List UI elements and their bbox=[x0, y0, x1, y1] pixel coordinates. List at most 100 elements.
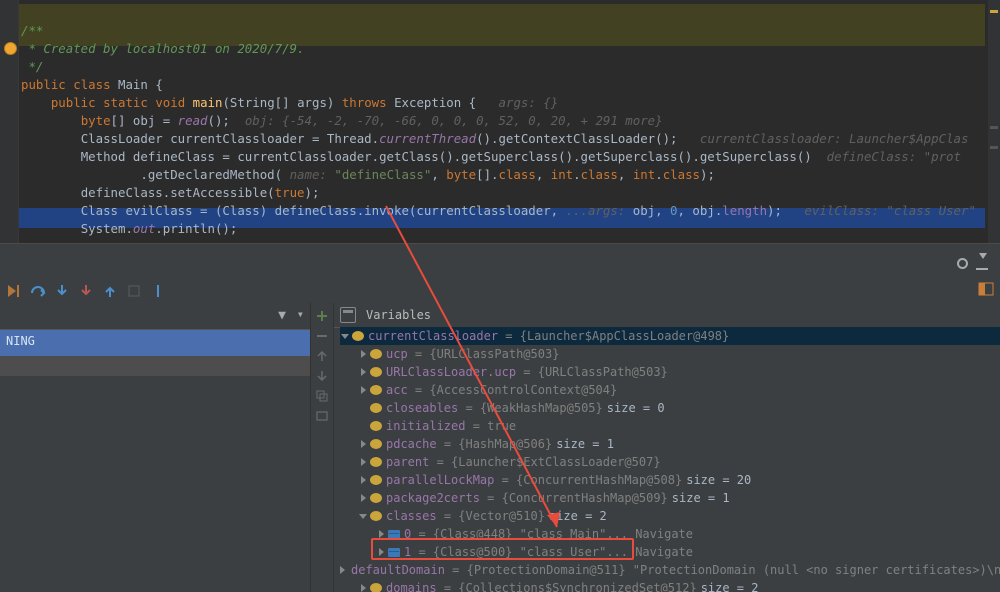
step-into-icon[interactable] bbox=[54, 283, 70, 299]
field-icon bbox=[370, 583, 382, 592]
expand-icon[interactable] bbox=[358, 583, 368, 592]
var-row-ucp[interactable]: ucp = {URLClassPath@503} bbox=[340, 345, 1000, 363]
var-row-currentClassloader[interactable]: currentClassloader = {Launcher$AppClassL… bbox=[340, 327, 1000, 345]
code-editor[interactable]: /** * Created by localhost01 on 2020/7/9… bbox=[0, 0, 1000, 243]
gear-icon[interactable] bbox=[955, 256, 970, 271]
kw-static: static bbox=[103, 95, 148, 110]
kw-class1: class bbox=[499, 167, 536, 182]
expand-icon[interactable] bbox=[358, 493, 368, 503]
inline-hint-ccl: currentClassloader: Launcher$AppClas bbox=[700, 131, 969, 146]
var-value: = {HashMap@506} bbox=[444, 435, 552, 453]
line4c: ().getContextClassLoader(); bbox=[476, 131, 677, 146]
step-out-icon[interactable] bbox=[102, 283, 118, 299]
expand-icon[interactable] bbox=[358, 511, 368, 521]
expand-icon[interactable] bbox=[358, 439, 368, 449]
var-row-package2certs[interactable]: package2certs = {ConcurrentHashMap@509}s… bbox=[340, 489, 1000, 507]
var-size: size = 1 bbox=[672, 489, 730, 507]
var-row-urlclassloader-ucp[interactable]: URLClassLoader.ucp = {URLClassPath@503} bbox=[340, 363, 1000, 381]
intention-bulb-icon[interactable] bbox=[4, 42, 17, 55]
frame-row-1[interactable] bbox=[0, 356, 310, 376]
currentThread: currentThread bbox=[379, 131, 476, 146]
step-over-icon[interactable] bbox=[30, 283, 46, 299]
var-row-defaultDomain[interactable]: defaultDomain = {ProtectionDomain@511} "… bbox=[340, 561, 1000, 579]
expand-icon[interactable] bbox=[340, 331, 350, 341]
warning-mark[interactable] bbox=[990, 10, 998, 13]
evaluate-icon[interactable] bbox=[340, 307, 356, 323]
hint-name: name: bbox=[290, 167, 327, 182]
semi4: ); bbox=[767, 203, 782, 218]
var-name: ucp bbox=[386, 345, 408, 363]
watches-toggle-icon[interactable] bbox=[978, 281, 994, 300]
kw-throws: throws bbox=[342, 95, 387, 110]
var-name: classes bbox=[386, 507, 437, 525]
filter-icon[interactable]: ▼ bbox=[278, 308, 286, 323]
show-watches-icon[interactable] bbox=[315, 409, 329, 423]
line5: Method defineClass = currentClassloader.… bbox=[81, 149, 812, 164]
move-down-icon[interactable] bbox=[315, 369, 329, 383]
inline-hint-evil: evilClass: "class User" bbox=[804, 203, 976, 218]
d2: . bbox=[655, 167, 662, 182]
var-value: = {AccessControlContext@504} bbox=[415, 381, 617, 399]
line4a: ClassLoader currentClassloader = Thread. bbox=[81, 131, 379, 146]
field-icon bbox=[370, 421, 382, 431]
expand-icon[interactable] bbox=[358, 457, 368, 467]
arr: []. bbox=[476, 167, 498, 182]
frame-row-0[interactable]: NING bbox=[0, 330, 310, 356]
var-name: currentClassloader bbox=[368, 327, 498, 345]
kw-class: class bbox=[73, 77, 110, 92]
var-row-classes[interactable]: classes = {Vector@510}size = 2 bbox=[340, 507, 1000, 525]
hint-varargs: ...args: bbox=[566, 203, 626, 218]
doc-line: * Created by localhost01 on 2020/7/9. bbox=[21, 41, 304, 56]
var-name: package2certs bbox=[386, 489, 480, 507]
expand-icon[interactable] bbox=[358, 349, 368, 359]
duplicate-watch-icon[interactable] bbox=[315, 389, 329, 403]
var-row-closeables[interactable]: closeables = {WeakHashMap@505}size = 0 bbox=[340, 399, 1000, 417]
thread-dropdown[interactable]: ▾ bbox=[297, 307, 304, 321]
var-row-pdcache[interactable]: pdcache = {HashMap@506}size = 1 bbox=[340, 435, 1000, 453]
show-execution-point-icon[interactable] bbox=[6, 283, 22, 299]
c3: , bbox=[618, 167, 633, 182]
move-up-icon[interactable] bbox=[315, 349, 329, 363]
kw-public: public bbox=[21, 77, 66, 92]
var-row-parent[interactable]: parent = {Launcher$ExtClassLoader@507} bbox=[340, 453, 1000, 471]
run-to-cursor-icon[interactable] bbox=[150, 283, 166, 299]
expand-icon[interactable] bbox=[358, 385, 368, 395]
add-watch-icon[interactable] bbox=[315, 309, 329, 323]
c2: , bbox=[536, 167, 551, 182]
field-icon bbox=[370, 439, 382, 449]
usage-mark[interactable] bbox=[990, 126, 998, 129]
download-icon[interactable] bbox=[976, 256, 988, 270]
var-name: closeables bbox=[386, 399, 458, 417]
var-row-acc[interactable]: acc = {AccessControlContext@504} bbox=[340, 381, 1000, 399]
frames-header: ▾ ▼ bbox=[0, 303, 310, 330]
remove-watch-icon[interactable] bbox=[315, 329, 329, 343]
kw-int1: int bbox=[551, 167, 573, 182]
throws-clause: Exception { bbox=[394, 95, 476, 110]
error-stripe[interactable] bbox=[988, 0, 1000, 243]
var-value: = {URLClassPath@503} bbox=[523, 363, 668, 381]
var-name: URLClassLoader.ucp bbox=[386, 363, 516, 381]
field-icon bbox=[370, 511, 382, 521]
drop-frame-icon[interactable] bbox=[126, 283, 142, 299]
var-name: acc bbox=[386, 381, 408, 399]
usage-mark2[interactable] bbox=[990, 146, 998, 149]
field-icon bbox=[370, 403, 382, 413]
var-row-domains[interactable]: domains = {Collections$SynchronizedSet@5… bbox=[340, 579, 1000, 592]
expand-icon[interactable] bbox=[358, 475, 368, 485]
expand-icon[interactable] bbox=[358, 367, 368, 377]
expand-icon[interactable] bbox=[340, 565, 345, 575]
code-area[interactable]: /** * Created by localhost01 on 2020/7/9… bbox=[19, 0, 1000, 238]
var-value: = {ConcurrentHashMap@508} bbox=[502, 471, 683, 489]
var-row-parallelLockMap[interactable]: parallelLockMap = {ConcurrentHashMap@508… bbox=[340, 471, 1000, 489]
obj-decl: [] obj = bbox=[111, 113, 178, 128]
annotation-box bbox=[371, 538, 634, 560]
line9a: System. bbox=[81, 221, 133, 236]
var-value: = {ConcurrentHashMap@509} bbox=[487, 489, 668, 507]
inline-hint-dc: defineClass: "prot bbox=[827, 149, 961, 164]
var-value: = {WeakHashMap@505} bbox=[465, 399, 602, 417]
var-size: size = 1 bbox=[556, 435, 614, 453]
kw-void: void bbox=[155, 95, 185, 110]
force-step-into-icon[interactable] bbox=[78, 283, 94, 299]
var-row-initialized[interactable]: initialized = true bbox=[340, 417, 1000, 435]
field-icon bbox=[370, 475, 382, 485]
